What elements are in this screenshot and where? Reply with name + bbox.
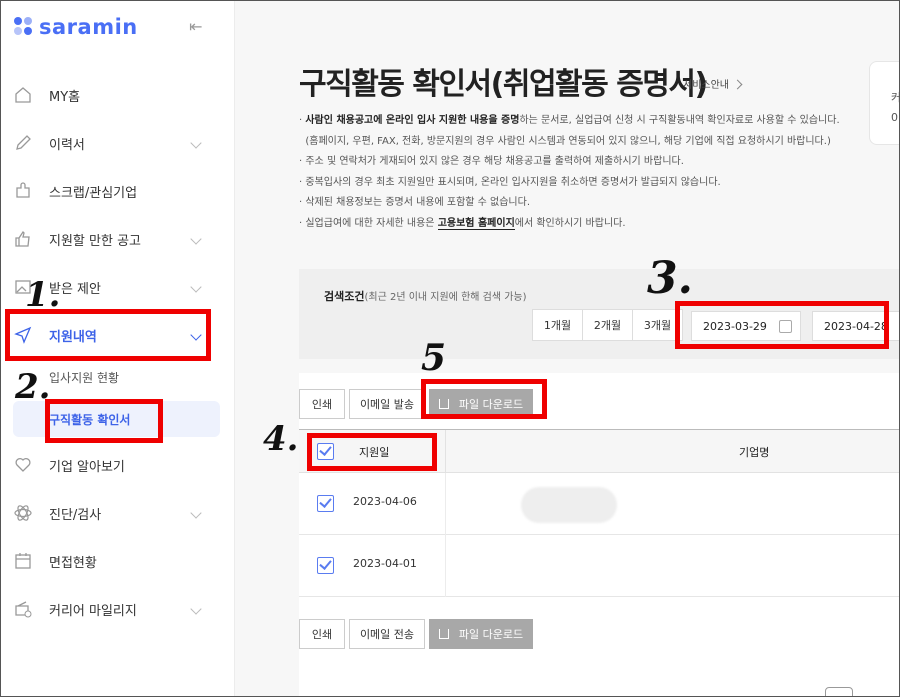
- collapse-sidebar-icon[interactable]: ⇤: [189, 17, 202, 36]
- sidebar-item-scrap[interactable]: 스크랩/관심기업: [1, 171, 234, 211]
- file-download-label: 파일 다운로드: [458, 628, 524, 641]
- sidebar-item-my-home[interactable]: MY홈: [1, 75, 234, 115]
- logo-text: saramin: [39, 15, 138, 39]
- notice-text: 주소 및 연락처가 게재되어 있지 않은 경우 해당 채용공고를 출력하여 제출…: [305, 156, 684, 167]
- chevron-down-icon: [190, 137, 202, 149]
- home-icon: [15, 87, 31, 103]
- logo-dots-icon: [13, 16, 35, 38]
- sidebar-item-company-explore[interactable]: 기업 알아보기: [1, 445, 234, 485]
- notice-text: 하는 문서로, 실업급여 신청 시 구직활동내역 확인자료로 사용할 수 있습니…: [519, 115, 840, 126]
- column-divider: [445, 430, 446, 474]
- service-guide-label: 서비스안내: [683, 80, 729, 91]
- table-row: 2023-04-01: [299, 535, 899, 597]
- notice-item: · 사람인 채용공고에 온라인 입사 지원한 내용을 증명하는 문서로, 실업급…: [299, 115, 840, 126]
- annotation-box-certificate: [45, 399, 163, 443]
- email-send-button-bottom[interactable]: 이메일 전송: [349, 619, 425, 649]
- chevron-down-icon: [190, 233, 202, 245]
- period-2-month-button[interactable]: 2개월: [582, 309, 633, 341]
- period-1-month-button[interactable]: 1개월: [532, 309, 583, 341]
- notice-text: 중복입사의 경우 최초 지원일만 표시되며, 온라인 입사지원을 취소하면 증명…: [305, 176, 721, 188]
- search-title: 검색조건(최근 2년 이내 지원에 한해 검색 가능): [324, 288, 527, 304]
- sidebar-item-label: 지원할 만한 공고: [49, 233, 141, 249]
- saramin-logo[interactable]: saramin: [13, 15, 138, 39]
- sidebar-subitem-label: 입사지원 현황: [49, 370, 120, 385]
- page-title: 구직활동 확인서(취업활동 증명서): [299, 67, 708, 102]
- heart-icon: [15, 457, 31, 472]
- side-card-line1: 커: [891, 88, 899, 108]
- annotation-number-1: 1.: [25, 275, 61, 315]
- thumbs-up-icon: [15, 230, 30, 247]
- notice-bold: 사람인 채용공고에 온라인 입사 지원한 내용을 증명: [305, 115, 520, 126]
- sidebar-item-label: 스크랩/관심기업: [49, 185, 138, 201]
- pencil-icon: [16, 135, 31, 150]
- header-company-name: 기업명: [739, 446, 770, 459]
- annotation-box-applications: [5, 309, 211, 361]
- wallet-icon: [15, 601, 32, 618]
- sidebar-item-diagnosis[interactable]: 진단/검사: [1, 493, 234, 533]
- search-subtitle: (최근 2년 이내 지원에 한해 검색 가능): [364, 292, 527, 303]
- notice-text: 에서 확인하시기 바랍니다.: [514, 217, 626, 229]
- blurred-company-name: [521, 487, 617, 523]
- row-apply-date: 2023-04-01: [353, 557, 417, 570]
- email-send-button[interactable]: 이메일 발송: [349, 389, 425, 419]
- notice-text: 실업급여에 대한 자세한 내용은: [305, 217, 438, 229]
- calendar-icon: [15, 553, 31, 569]
- download-icon: [438, 629, 449, 639]
- application-table-section: 인쇄 이메일 발송 파일 다운로드 지원일 기업명 2023-04-06 202…: [299, 373, 899, 696]
- chevron-right-icon: [732, 79, 743, 90]
- column-divider: [445, 473, 446, 535]
- chevron-down-icon: [190, 281, 202, 293]
- annotation-number-3: 3.: [647, 253, 693, 304]
- annotation-box-download: [421, 379, 547, 419]
- notice-item: · 실업급여에 대한 자세한 내용은 고용보험 홈페이지에서 확인하시기 바랍니…: [299, 217, 626, 230]
- notice-item: · 중복입사의 경우 최초 지원일만 표시되며, 온라인 입사지원을 취소하면 …: [299, 176, 721, 188]
- row-apply-date: 2023-04-06: [353, 495, 417, 508]
- annotation-box-date-range: [675, 301, 889, 349]
- chevron-down-icon: [190, 507, 202, 519]
- screen-frame: saramin ⇤ MY홈 이력서 스크랩/관심기업 지원할 만한 공고 받은 …: [0, 0, 900, 697]
- notice-item: · 삭제된 채용정보는 증명서 내용에 포함할 수 없습니다.: [299, 197, 531, 208]
- atom-icon: [14, 505, 32, 521]
- notice-item: · 주소 및 연락처가 게재되어 있지 않은 경우 해당 채용공고를 출력하여 …: [299, 156, 684, 167]
- sidebar-item-label: 커리어 마일리지: [49, 603, 137, 619]
- row-checkbox[interactable]: [317, 495, 334, 512]
- print-button[interactable]: 인쇄: [299, 389, 345, 419]
- sidebar-item-label: 이력서: [49, 137, 85, 153]
- sidebar-item-label: 면접현황: [49, 555, 97, 571]
- annotation-number-4: 4.: [263, 419, 299, 459]
- sidebar-item-career-mileage[interactable]: 커리어 마일리지: [1, 589, 234, 629]
- column-divider: [445, 535, 446, 597]
- notice-list: · 사람인 채용공고에 온라인 입사 지원한 내용을 증명하는 문서로, 실업급…: [299, 111, 899, 234]
- employment-insurance-link[interactable]: 고용보험 홈페이지: [437, 217, 515, 230]
- service-guide-link[interactable]: 서비스안내: [683, 76, 743, 91]
- puzzle-icon: [16, 182, 30, 198]
- annotation-box-select-all: [307, 433, 437, 471]
- period-buttons: 1개월 2개월 3개월: [532, 309, 683, 341]
- sidebar-item-interview[interactable]: 면접현황: [1, 541, 234, 581]
- file-download-button-bottom[interactable]: 파일 다운로드: [429, 619, 533, 649]
- notice-item: (홈페이지, 우편, FAX, 전화, 방문지원의 경우 사람인 시스템과 연동…: [299, 132, 899, 153]
- notice-text: (홈페이지, 우편, FAX, 전화, 방문지원의 경우 사람인 시스템과 연동…: [305, 135, 831, 147]
- scroll-top-button[interactable]: [825, 687, 853, 696]
- table-row: 2023-04-06: [299, 473, 899, 535]
- annotation-number-5: 5: [421, 337, 447, 379]
- chevron-down-icon: [190, 603, 202, 615]
- sidebar-item-label: MY홈: [49, 89, 81, 105]
- main-content: 구직활동 확인서(취업활동 증명서) 서비스안내 커 0 · 사람인 채용공고에…: [235, 1, 899, 696]
- sidebar-item-resume[interactable]: 이력서: [1, 123, 234, 163]
- sidebar-item-recommended-jobs[interactable]: 지원할 만한 공고: [1, 219, 234, 259]
- notice-text: 삭제된 채용정보는 증명서 내용에 포함할 수 없습니다.: [305, 197, 531, 208]
- annotation-number-2: 2.: [15, 367, 51, 407]
- print-button-bottom[interactable]: 인쇄: [299, 619, 345, 649]
- search-title-label: 검색조건: [324, 290, 365, 303]
- row-checkbox[interactable]: [317, 557, 334, 574]
- sidebar-item-label: 기업 알아보기: [49, 459, 125, 475]
- sidebar-item-label: 진단/검사: [49, 507, 102, 523]
